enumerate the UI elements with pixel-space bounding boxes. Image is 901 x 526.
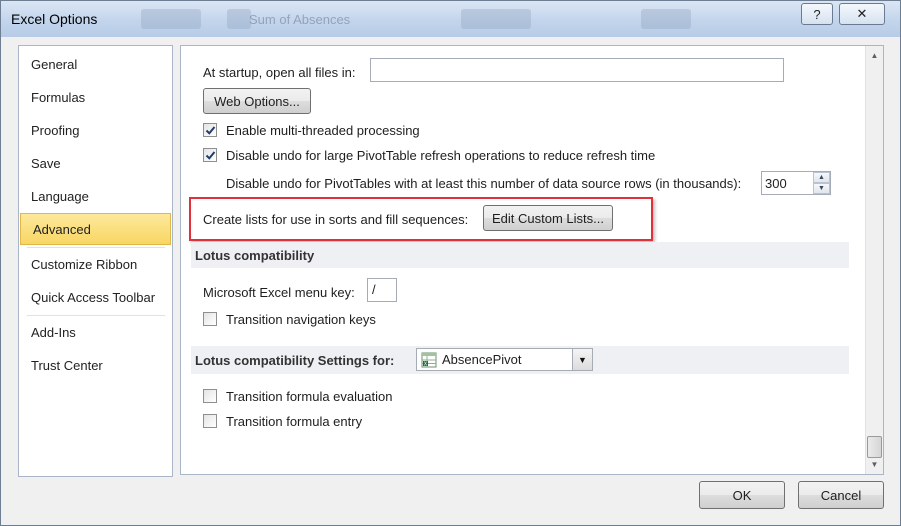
ok-button[interactable]: OK	[699, 481, 785, 509]
title-bar: Excel Options Sum of Absences ? ✕	[1, 1, 900, 37]
disable-undo-checkbox[interactable]	[203, 148, 217, 162]
sidebar-item-customize-ribbon[interactable]: Customize Ribbon	[19, 248, 172, 281]
menu-key-row: Microsoft Excel menu key:	[203, 283, 355, 301]
custom-lists-row: Create lists for use in sorts and fill s…	[203, 210, 468, 228]
formula-entry-row[interactable]: Transition formula entry	[203, 412, 362, 430]
custom-lists-label: Create lists for use in sorts and fill s…	[203, 211, 469, 227]
sidebar-item-label: General	[31, 57, 78, 72]
sidebar-item-label: Quick Access Toolbar	[31, 290, 156, 305]
disable-undo-label: Disable undo for large PivotTable refres…	[226, 147, 656, 163]
checkmark-icon	[205, 150, 215, 160]
sidebar-item-label: Proofing	[31, 123, 80, 138]
cancel-button[interactable]: Cancel	[798, 481, 884, 509]
sidebar-item-label: Formulas	[31, 90, 86, 105]
sidebar-item-quick-access-toolbar[interactable]: Quick Access Toolbar	[19, 281, 172, 314]
section-title: Lotus compatibility Settings for:	[195, 352, 395, 368]
spin-down-icon[interactable]: ▼	[813, 183, 830, 194]
close-window-button[interactable]: ✕	[839, 3, 885, 25]
transition-nav-row[interactable]: Transition navigation keys	[203, 310, 376, 328]
transition-nav-label: Transition navigation keys	[226, 311, 376, 327]
sidebar-item-save[interactable]: Save	[19, 147, 172, 180]
checkmark-icon	[205, 125, 215, 135]
edit-custom-lists-button[interactable]: Edit Custom Lists...	[483, 205, 613, 231]
background-ribbon-ghost	[141, 9, 201, 29]
options-sidebar: General Formulas Proofing Save Language …	[18, 45, 173, 477]
undo-rows-spinner[interactable]: 300 ▲ ▼	[761, 171, 831, 195]
startup-folder-input[interactable]	[370, 58, 784, 82]
formula-eval-checkbox[interactable]	[203, 389, 217, 403]
sidebar-item-label: Add-Ins	[31, 325, 76, 340]
svg-text:X: X	[424, 361, 428, 367]
spin-up-icon[interactable]: ▲	[813, 172, 830, 183]
sidebar-item-label: Trust Center	[31, 358, 103, 373]
sidebar-item-label: Advanced	[33, 221, 91, 237]
multithread-checkbox[interactable]	[203, 123, 217, 137]
help-icon: ?	[813, 6, 821, 22]
sidebar-item-advanced[interactable]: Advanced	[20, 213, 171, 245]
multithread-row[interactable]: Enable multi-threaded processing	[203, 121, 420, 139]
sheet-select[interactable]: X AbsencePivot ▼	[416, 348, 593, 371]
sidebar-item-label: Language	[31, 189, 89, 204]
formula-eval-label: Transition formula evaluation	[226, 388, 393, 404]
background-ribbon-ghost	[227, 9, 251, 29]
undo-rows-row: Disable undo for PivotTables with at lea…	[226, 174, 741, 192]
options-scrollbar[interactable]: ▲ ▼	[865, 46, 883, 474]
sidebar-item-formulas[interactable]: Formulas	[19, 81, 172, 114]
startup-label: At startup, open all files in:	[203, 64, 356, 80]
sidebar-item-proofing[interactable]: Proofing	[19, 114, 172, 147]
formula-eval-row[interactable]: Transition formula evaluation	[203, 387, 392, 405]
background-ribbon-ghost	[461, 9, 531, 29]
section-title: Lotus compatibility	[195, 247, 315, 263]
advanced-options-panel: At startup, open all files in: Web Optio…	[180, 45, 884, 475]
help-button[interactable]: ?	[801, 3, 833, 25]
sidebar-item-label: Save	[31, 156, 61, 171]
excel-sheet-icon: X	[421, 352, 437, 367]
transition-nav-checkbox[interactable]	[203, 312, 217, 326]
background-title-ghost: Sum of Absences	[249, 12, 351, 27]
chevron-down-icon[interactable]: ▼	[572, 349, 592, 370]
formula-entry-label: Transition formula entry	[226, 413, 363, 429]
sidebar-item-add-ins[interactable]: Add-Ins	[19, 316, 172, 349]
window-title: Excel Options	[11, 11, 98, 27]
cancel-label: Cancel	[820, 487, 862, 503]
scrollbar-thumb[interactable]	[867, 436, 882, 458]
startup-row: At startup, open all files in:	[203, 62, 355, 82]
spinner-arrows: ▲ ▼	[813, 172, 830, 194]
scroll-down-icon[interactable]: ▼	[866, 456, 883, 473]
lotus-compatibility-header: Lotus compatibility	[191, 242, 849, 268]
dialog-client-area: General Formulas Proofing Save Language …	[9, 37, 892, 519]
background-ribbon-ghost	[641, 9, 691, 29]
undo-rows-value[interactable]: 300	[765, 176, 787, 191]
multithread-label: Enable multi-threaded processing	[226, 122, 420, 138]
web-options-button[interactable]: Web Options...	[203, 88, 311, 114]
disable-undo-row[interactable]: Disable undo for large PivotTable refres…	[203, 146, 655, 164]
menu-key-input[interactable]: /	[367, 278, 397, 302]
menu-key-label: Microsoft Excel menu key:	[203, 284, 355, 300]
ok-label: OK	[732, 487, 752, 503]
close-icon: ✕	[856, 6, 868, 21]
sidebar-item-general[interactable]: General	[19, 48, 172, 81]
formula-entry-checkbox[interactable]	[203, 414, 217, 428]
scroll-up-icon[interactable]: ▲	[866, 47, 883, 64]
web-options-label: Web Options...	[214, 93, 300, 109]
excel-options-window: Excel Options Sum of Absences ? ✕ Genera…	[0, 0, 901, 526]
sidebar-item-label: Customize Ribbon	[31, 257, 138, 272]
sidebar-item-trust-center[interactable]: Trust Center	[19, 349, 172, 382]
sheet-select-value: AbsencePivot	[442, 352, 522, 367]
undo-rows-label: Disable undo for PivotTables with at lea…	[226, 175, 742, 191]
sidebar-item-language[interactable]: Language	[19, 180, 172, 213]
edit-custom-lists-label: Edit Custom Lists...	[492, 210, 604, 226]
